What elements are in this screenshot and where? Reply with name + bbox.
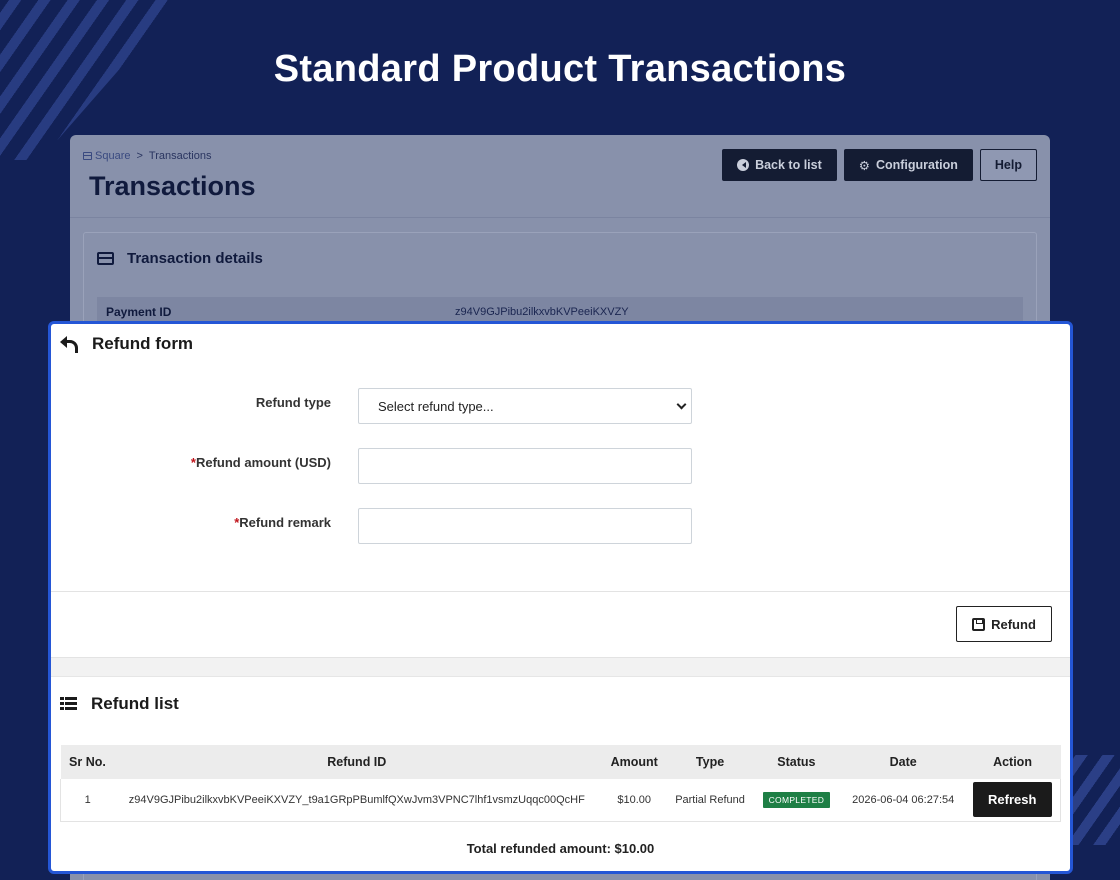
section-separator bbox=[51, 657, 1070, 677]
amount-cell: $10.00 bbox=[599, 779, 670, 822]
payment-id-label: Payment ID bbox=[106, 305, 172, 319]
refund-list-heading: Refund list bbox=[60, 694, 179, 714]
refund-submit-button[interactable]: Refund bbox=[956, 606, 1052, 642]
save-icon bbox=[972, 617, 986, 631]
refund-remark-input[interactable] bbox=[358, 508, 692, 544]
column-header: Sr No. bbox=[60, 745, 115, 779]
refund-amount-label-text: Refund amount (USD) bbox=[195, 455, 331, 470]
type-cell: Partial Refund bbox=[669, 779, 751, 822]
breadcrumb-root-label: Square bbox=[95, 150, 131, 162]
total-refunded: Total refunded amount: $10.00 bbox=[466, 841, 655, 856]
refund-modal: Refund form Refund type Select refund ty… bbox=[48, 321, 1073, 874]
status-cell: COMPLETED bbox=[750, 779, 842, 822]
action-cell: Refresh bbox=[964, 779, 1061, 822]
payment-id-value: z94V9GJPibu2ilkxvbKVPeeiKXVZY bbox=[455, 306, 629, 318]
breadcrumb-current: Transactions bbox=[148, 150, 212, 162]
chevron-down-icon bbox=[676, 399, 687, 409]
column-header: Date bbox=[841, 745, 965, 779]
credit-card-icon bbox=[97, 252, 114, 265]
refresh-button[interactable]: Refresh bbox=[972, 782, 1052, 818]
back-to-list-button[interactable]: Back to list bbox=[722, 149, 837, 181]
refund-type-label: Refund type bbox=[255, 395, 331, 410]
column-header: Amount bbox=[599, 745, 670, 779]
card-icon bbox=[83, 152, 92, 160]
column-header: Type bbox=[669, 745, 751, 779]
refund-amount-input[interactable] bbox=[358, 448, 692, 484]
refund-id-cell: z94V9GJPibu2ilkxvbKVPeeiKXVZY_t9a1GRpPBu… bbox=[114, 779, 600, 822]
configuration-button[interactable]: ⚙ Configuration bbox=[843, 149, 973, 181]
refund-form-heading: Refund form bbox=[60, 334, 193, 354]
sr-no-cell: 1 bbox=[60, 779, 115, 822]
refund-type-selected: Select refund type... bbox=[378, 398, 494, 414]
refund-amount-label: *Refund amount (USD) bbox=[191, 455, 331, 470]
table-row: 1 z94V9GJPibu2ilkxvbKVPeeiKXVZY_t9a1GRpP… bbox=[60, 779, 1061, 822]
column-header: Action bbox=[964, 745, 1061, 779]
header-actions: Back to list ⚙ Configuration Help bbox=[722, 149, 1037, 181]
refund-type-select[interactable]: Select refund type... bbox=[358, 388, 692, 424]
transaction-details-heading: Transaction details bbox=[84, 233, 1036, 284]
admin-title: Transactions bbox=[89, 171, 256, 201]
date-cell: 2026-06-04 06:27:54 bbox=[841, 779, 965, 822]
admin-header: Square > Transactions Transactions Back … bbox=[70, 135, 1050, 218]
reply-arrow-icon bbox=[60, 336, 78, 353]
breadcrumb-root[interactable]: Square bbox=[83, 150, 130, 162]
table-header-row: Sr No. Refund ID Amount Type Status Date… bbox=[60, 745, 1061, 779]
column-header: Status bbox=[750, 745, 842, 779]
refund-table: Sr No. Refund ID Amount Type Status Date… bbox=[60, 745, 1061, 822]
refund-remark-row: *Refund remark bbox=[51, 508, 751, 544]
refund-amount-row: *Refund amount (USD) bbox=[51, 448, 751, 484]
refund-remark-label: *Refund remark bbox=[234, 515, 331, 530]
transaction-details-title: Transaction details bbox=[127, 250, 263, 267]
column-header: Refund ID bbox=[114, 745, 600, 779]
help-button[interactable]: Help bbox=[979, 149, 1037, 181]
refund-type-row: Refund type Select refund type... bbox=[51, 388, 751, 424]
status-badge: COMPLETED bbox=[762, 791, 831, 808]
refund-remark-label-text: Refund remark bbox=[239, 515, 331, 530]
configuration-label: Configuration bbox=[875, 158, 958, 172]
breadcrumb: Square > Transactions bbox=[83, 150, 211, 162]
divider bbox=[51, 591, 1070, 592]
page-title: Standard Product Transactions bbox=[273, 48, 847, 90]
refund-list-title: Refund list bbox=[91, 694, 179, 713]
back-to-list-label: Back to list bbox=[755, 158, 822, 172]
gears-icon: ⚙ bbox=[858, 158, 870, 173]
arrow-left-circle-icon bbox=[737, 159, 750, 171]
refund-submit-label: Refund bbox=[991, 616, 1036, 632]
refund-form-title: Refund form bbox=[92, 334, 194, 353]
breadcrumb-separator: > bbox=[136, 150, 143, 162]
list-icon bbox=[60, 697, 77, 711]
help-label: Help bbox=[994, 158, 1022, 172]
